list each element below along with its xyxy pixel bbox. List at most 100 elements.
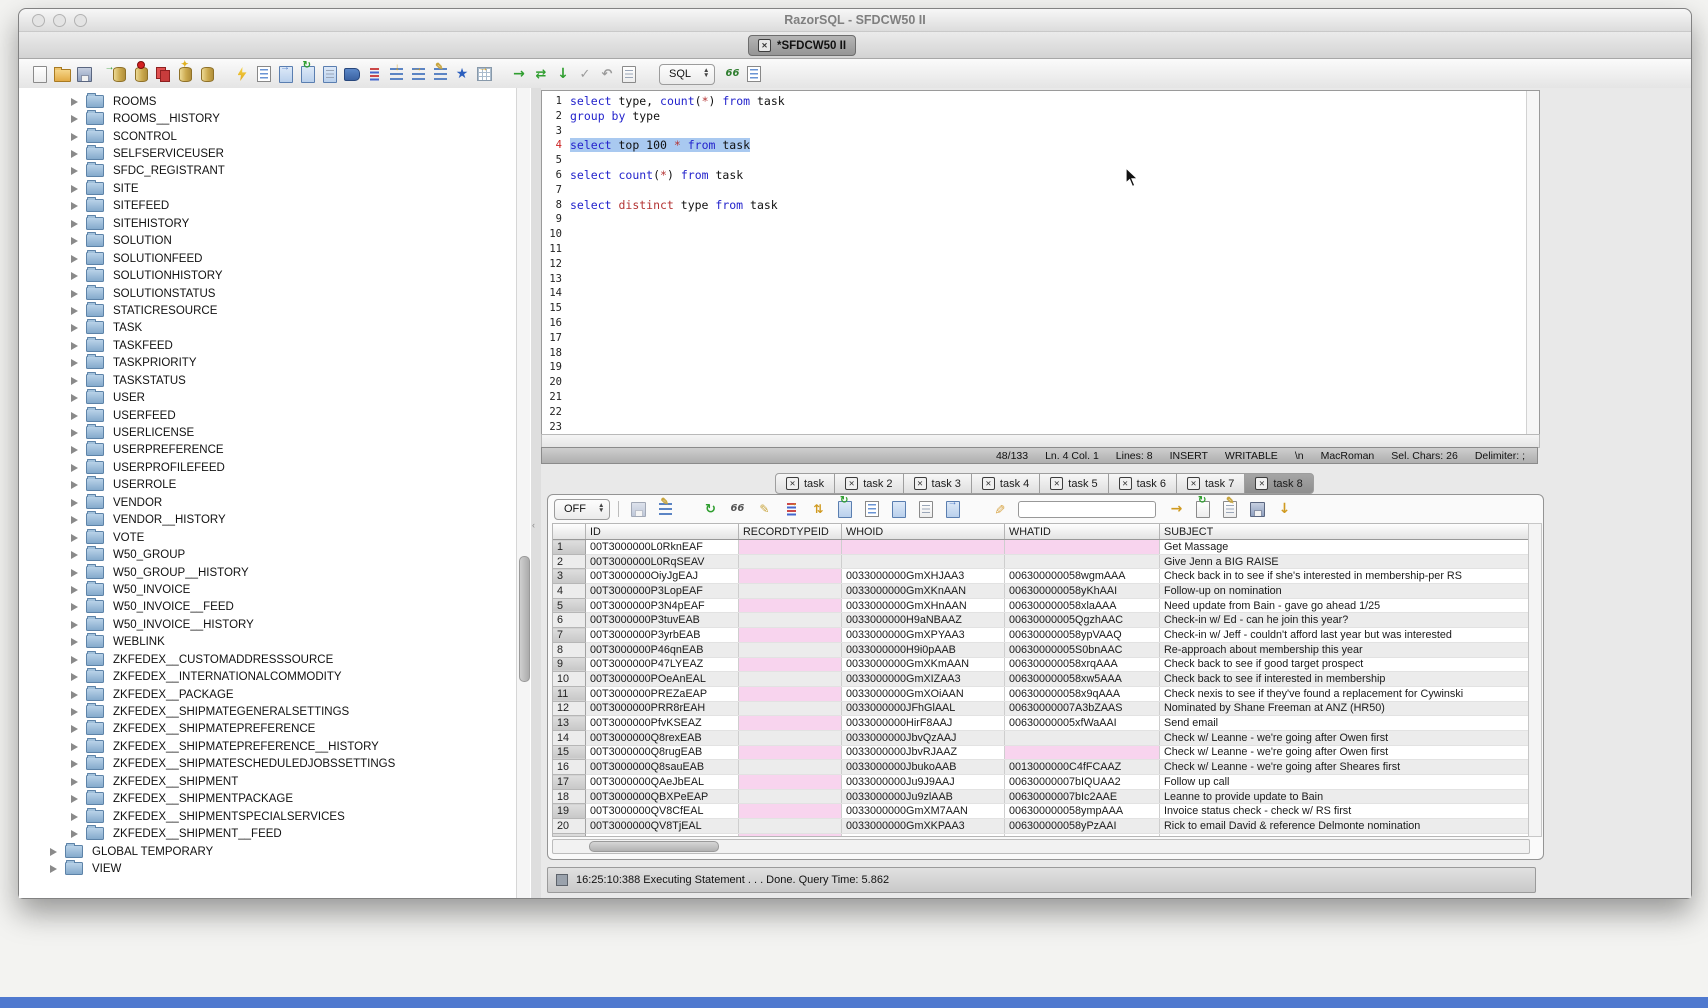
data-cell[interactable]: 006300000058wgmAAA	[1005, 569, 1160, 584]
data-cell[interactable]: Check back to see if interested in membe…	[1160, 672, 1531, 687]
sidebar-item-rooms-history[interactable]: ROOMS__HISTORY	[19, 110, 531, 127]
data-cell[interactable]: 006300000058x9qAAA	[1005, 686, 1160, 701]
sidebar-item-taskfeed[interactable]: TASKFEED	[19, 337, 531, 354]
data-cell[interactable]: 006300000058ypVAAQ	[1005, 628, 1160, 643]
sidebar-item-user[interactable]: USER	[19, 389, 531, 406]
data-cell[interactable]: 00630000007A3bZAAS	[1005, 701, 1160, 716]
close-tab-icon[interactable]	[914, 477, 927, 490]
sidebar-item-sitehistory[interactable]: SITEHISTORY	[19, 215, 531, 232]
result-tab-task-2[interactable]: task 2	[834, 473, 903, 494]
data-cell[interactable]	[739, 819, 842, 834]
data-cell[interactable]: 00T3000000QBXPeEAP	[586, 789, 739, 804]
data-cell[interactable]: Follow up call	[1160, 775, 1531, 790]
download-icon[interactable]	[1274, 500, 1294, 519]
data-cell[interactable]: Check-in w/ Ed - can he join this year?	[1160, 613, 1531, 628]
data-cell[interactable]	[739, 701, 842, 716]
save-file-icon[interactable]	[1247, 500, 1267, 519]
sidebar-item-solutionstatus[interactable]: SOLUTIONSTATUS	[19, 285, 531, 302]
data-cell[interactable]	[739, 775, 842, 790]
close-window-button[interactable]	[32, 14, 45, 27]
row-number-cell[interactable]: 4	[553, 584, 586, 599]
result-tab-task-3[interactable]: task 3	[903, 473, 972, 494]
disclosure-triangle-icon[interactable]	[71, 708, 78, 716]
data-cell[interactable]: Give Jenn a BIG RAISE	[1160, 554, 1531, 569]
tree-scrollbar-thumb[interactable]	[519, 556, 530, 682]
disclosure-triangle-icon[interactable]	[71, 185, 78, 193]
disclosure-triangle-icon[interactable]	[50, 848, 57, 856]
disclosure-triangle-icon[interactable]	[71, 813, 78, 821]
commit-icon[interactable]	[575, 65, 595, 84]
table-row[interactable]: 500T3000000P3N4pEAF 0033000000GmXHnAAN006…	[553, 598, 1530, 613]
table-row[interactable]: 1500T3000000Q8rugEAB0033000000JbvRJAAZCh…	[553, 745, 1530, 760]
column-header-RECORDTYPEID[interactable]: RECORDTYPEID	[739, 524, 842, 540]
row-number-cell[interactable]: 1	[553, 540, 586, 555]
column-header-WHOID[interactable]: WHOID	[842, 524, 1005, 540]
result-tab-task-5[interactable]: task 5	[1039, 473, 1108, 494]
grid-hscrollbar[interactable]	[552, 839, 1530, 854]
close-tab-icon[interactable]	[1119, 477, 1132, 490]
table-row[interactable]: 1100T3000000PREZaEAP0033000000GmXOiAAN00…	[553, 686, 1530, 701]
data-cell[interactable]: 00630000007bIc2AAE	[1005, 789, 1160, 804]
sidebar-item-view[interactable]: VIEW	[19, 860, 531, 877]
table-row[interactable]: 1800T3000000QBXPeEAP0033000000Ju9zlAAB00…	[553, 789, 1530, 804]
column-header-WHATID[interactable]: WHATID	[1005, 524, 1160, 540]
data-cell[interactable]: 006300000058xrqAAA	[1005, 657, 1160, 672]
sidebar-item-solutionfeed[interactable]: SOLUTIONFEED	[19, 250, 531, 267]
sidebar-item-solutionhistory[interactable]: SOLUTIONHISTORY	[19, 267, 531, 284]
disclosure-triangle-icon[interactable]	[71, 429, 78, 437]
row-number-cell[interactable]: 20	[553, 819, 586, 834]
disclosure-triangle-icon[interactable]	[71, 760, 78, 768]
disclosure-triangle-icon[interactable]	[71, 359, 78, 367]
data-cell[interactable]	[739, 613, 842, 628]
close-tab-icon[interactable]	[1255, 477, 1268, 490]
sidebar-item-taskstatus[interactable]: TASKSTATUS	[19, 372, 531, 389]
disclosure-triangle-icon[interactable]	[71, 691, 78, 699]
row-number-cell[interactable]: 9	[553, 657, 586, 672]
disclosure-triangle-icon[interactable]	[71, 778, 78, 786]
row-number-cell[interactable]: 18	[553, 789, 586, 804]
sidebar-item-rooms[interactable]: ROOMS	[19, 93, 531, 110]
data-cell[interactable]	[739, 642, 842, 657]
sql-editor[interactable]: 1234567891011121314151617181920212223 se…	[541, 90, 1540, 435]
copy-results-icon[interactable]	[916, 500, 936, 519]
data-cell[interactable]: 006300000058ympAAA	[1005, 804, 1160, 819]
data-cell[interactable]: Need update from Bain - gave go ahead 1/…	[1160, 598, 1531, 613]
sidebar-item-w50-invoice-feed[interactable]: W50_INVOICE__FEED	[19, 599, 531, 616]
data-cell[interactable]: 0033000000H9i0pAAB	[842, 642, 1005, 657]
sidebar-item-w50-invoice[interactable]: W50_INVOICE	[19, 581, 531, 598]
data-cell[interactable]: 0033000000JbvRJAAZ	[842, 745, 1005, 760]
table-row[interactable]: 300T3000000OiyJgEAJ0033000000GmXHJAA3006…	[553, 569, 1530, 584]
table-row[interactable]: 900T3000000P47LYEAZ0033000000GmXKmAAN006…	[553, 657, 1530, 672]
data-cell[interactable]: 006300000058xlaAAA	[1005, 598, 1160, 613]
data-cell[interactable]	[739, 540, 842, 555]
sidebar-item-zkfedex-shipment[interactable]: ZKFEDEX__SHIPMENT	[19, 773, 531, 790]
data-cell[interactable]: Follow-up on nomination	[1160, 584, 1531, 599]
sql-mode-select[interactable]: SQL	[659, 64, 715, 85]
data-cell[interactable]	[739, 730, 842, 745]
document-tab[interactable]: *SFDCW50 II	[748, 35, 856, 56]
data-cell[interactable]: 00T3000000POeAnEAL	[586, 672, 739, 687]
sidebar-item-userlicense[interactable]: USERLICENSE	[19, 424, 531, 441]
sidebar-item-userrole[interactable]: USERROLE	[19, 477, 531, 494]
export-results-icon[interactable]	[1193, 500, 1213, 519]
data-cell[interactable]: 0033000000GmXKnAAN	[842, 584, 1005, 599]
sidebar-item-site[interactable]: SITE	[19, 180, 531, 197]
table-row[interactable]: 1300T3000000PfvKSEAZ0033000000HirF8AAJ00…	[553, 716, 1530, 731]
splitter-collapse-icon[interactable]	[532, 520, 540, 530]
sidebar-item-zkfedex-package[interactable]: ZKFEDEX__PACKAGE	[19, 686, 531, 703]
disclosure-triangle-icon[interactable]	[71, 795, 78, 803]
close-tab-icon[interactable]	[982, 477, 995, 490]
disclosure-triangle-icon[interactable]	[71, 586, 78, 594]
data-cell[interactable]: 0033000000GmXHnAAN	[842, 598, 1005, 613]
compare-docs-icon[interactable]	[298, 65, 318, 84]
data-cell[interactable]: Check w/ Leanne - we're going after Owen…	[1160, 745, 1531, 760]
result-tab-task-4[interactable]: task 4	[971, 473, 1040, 494]
data-cell[interactable]	[739, 554, 842, 569]
data-cell[interactable]: 006300000058yKhAAI	[1005, 584, 1160, 599]
sidebar-item-task[interactable]: TASK	[19, 320, 531, 337]
data-cell[interactable]: Leanne to provide update to Bain	[1160, 789, 1531, 804]
row-number-cell[interactable]: 5	[553, 598, 586, 613]
sidebar-item-selfserviceuser[interactable]: SELFSERVICEUSER	[19, 145, 531, 162]
data-cell[interactable]: 00T3000000P3N4pEAF	[586, 598, 739, 613]
disclosure-triangle-icon[interactable]	[71, 133, 78, 141]
